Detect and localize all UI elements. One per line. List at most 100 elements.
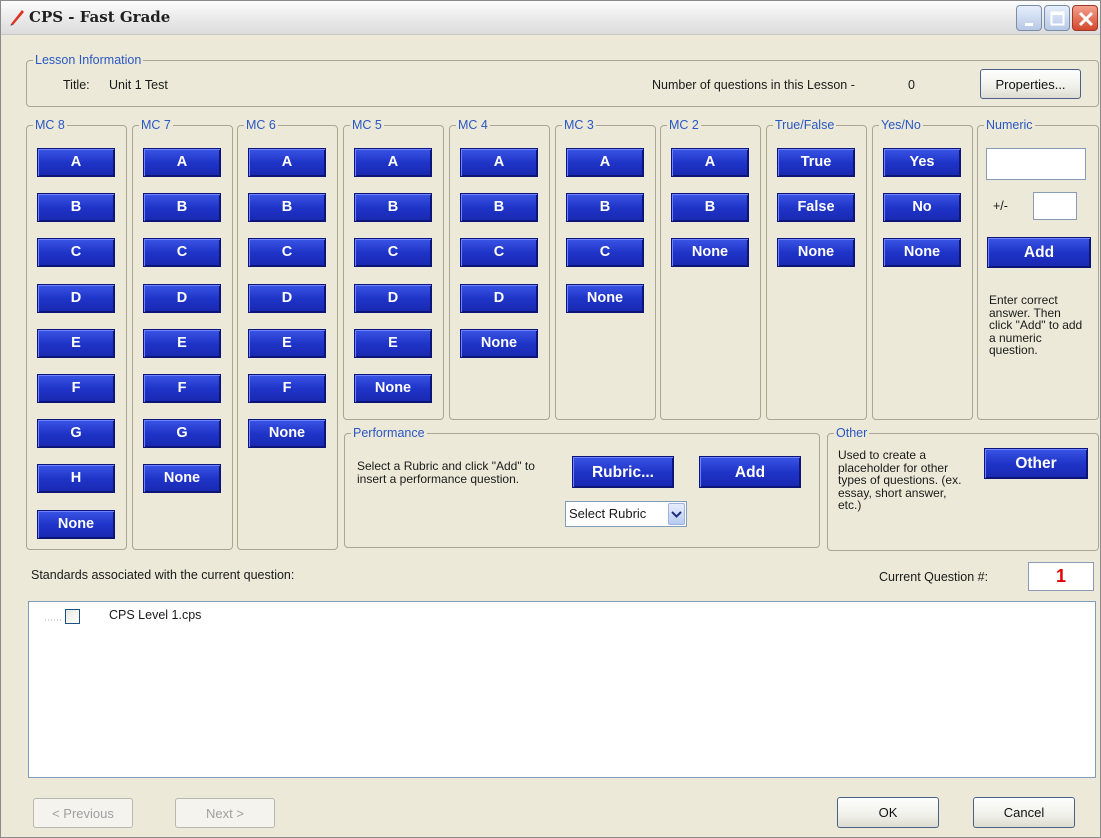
answer-button-none[interactable]: None [354,374,432,403]
answer-button-c[interactable]: C [143,238,221,267]
answer-button-b[interactable]: B [566,193,644,222]
minimize-icon [1025,23,1033,26]
answer-button-a[interactable]: A [566,148,644,177]
answer-button-a[interactable]: A [248,148,326,177]
answer-button-none[interactable]: None [671,238,749,267]
tree-item-label: CPS Level 1.cps [109,608,202,622]
answer-button-none[interactable]: None [883,238,961,267]
answer-button-d[interactable]: D [248,284,326,313]
answer-button-h[interactable]: H [37,464,115,493]
performance-label: Performance [351,425,427,441]
other-help-text: Used to create a placeholder for other t… [838,448,962,512]
answer-button-c[interactable]: C [37,238,115,267]
standard-checkbox[interactable] [65,609,80,624]
answer-column-label: MC 3 [562,117,596,133]
answer-button-e[interactable]: E [354,329,432,358]
minimize-button[interactable] [1016,5,1042,31]
answer-button-d[interactable]: D [354,284,432,313]
question-count-label: Number of questions in this Lesson - [652,78,855,92]
answer-button-c[interactable]: C [354,238,432,267]
fast-grade-window: CPS - Fast Grade Lesson Information Titl… [0,0,1101,838]
answer-button-e[interactable]: E [143,329,221,358]
numeric-add-button[interactable]: Add [987,237,1091,268]
other-button[interactable]: Other [984,448,1088,479]
answer-button-g[interactable]: G [37,419,115,448]
previous-button[interactable]: < Previous [33,798,133,828]
close-button[interactable] [1072,5,1098,31]
title-bar[interactable]: CPS - Fast Grade [1,1,1100,35]
performance-add-button[interactable]: Add [699,456,801,488]
lesson-title-value: Unit 1 Test [109,78,168,92]
answer-button-d[interactable]: D [143,284,221,313]
answer-column-label: MC 5 [350,117,384,133]
answer-button-no[interactable]: No [883,193,961,222]
numeric-help-text: Enter correct answer. Then click "Add" t… [989,293,1083,357]
numeric-label: Numeric [984,117,1035,133]
close-icon [1078,11,1094,27]
performance-help-text: Select a Rubric and click "Add" to inser… [357,459,535,486]
answer-column-label: Yes/No [879,117,923,133]
answer-button-b[interactable]: B [460,193,538,222]
answer-button-none[interactable]: None [37,510,115,539]
answer-button-false[interactable]: False [777,193,855,222]
maximize-icon [1050,11,1065,26]
answer-button-g[interactable]: G [143,419,221,448]
answer-button-d[interactable]: D [460,284,538,313]
pencil-icon [10,10,24,26]
answer-button-none[interactable]: None [566,284,644,313]
answer-button-f[interactable]: F [37,374,115,403]
answer-button-b[interactable]: B [671,193,749,222]
answer-button-b[interactable]: B [143,193,221,222]
answer-button-a[interactable]: A [37,148,115,177]
rubric-button[interactable]: Rubric... [572,456,674,488]
answer-button-none[interactable]: None [248,419,326,448]
properties-button[interactable]: Properties... [980,69,1081,99]
answer-column-label: True/False [773,117,837,133]
other-label: Other [834,425,870,441]
current-question-label: Current Question #: [879,570,989,584]
answer-button-a[interactable]: A [671,148,749,177]
next-button[interactable]: Next > [175,798,275,828]
answer-button-none[interactable]: None [777,238,855,267]
answer-button-f[interactable]: F [248,374,326,403]
answer-button-a[interactable]: A [354,148,432,177]
window-title: CPS - Fast Grade [29,8,171,26]
answer-button-e[interactable]: E [248,329,326,358]
answer-button-none[interactable]: None [143,464,221,493]
lesson-title-label: Title: [63,78,90,92]
chevron-down-icon[interactable] [668,503,685,525]
answer-column-label: MC 4 [456,117,490,133]
answer-button-true[interactable]: True [777,148,855,177]
answer-button-c[interactable]: C [566,238,644,267]
answer-button-f[interactable]: F [143,374,221,403]
answer-column-label: MC 8 [33,117,67,133]
answer-button-none[interactable]: None [460,329,538,358]
answer-button-a[interactable]: A [143,148,221,177]
answer-button-c[interactable]: C [248,238,326,267]
lesson-information-label: Lesson Information [33,52,144,68]
answer-column-label: MC 2 [667,117,701,133]
answer-button-e[interactable]: E [37,329,115,358]
cancel-button[interactable]: Cancel [973,797,1075,828]
numeric-answer-input[interactable] [986,148,1086,180]
standards-tree[interactable]: CPS Level 1.cps [28,601,1096,778]
tolerance-label: +/- [993,199,1008,213]
answer-button-b[interactable]: B [37,193,115,222]
ok-button[interactable]: OK [837,797,939,828]
answer-button-b[interactable]: B [354,193,432,222]
answer-button-a[interactable]: A [460,148,538,177]
tree-connector [45,619,63,621]
standards-label: Standards associated with the current qu… [31,568,295,582]
rubric-select-value: Select Rubric [569,506,647,521]
maximize-button[interactable] [1044,5,1070,31]
question-count-value: 0 [908,78,915,92]
answer-button-yes[interactable]: Yes [883,148,961,177]
answer-button-d[interactable]: D [37,284,115,313]
current-question-number: 1 [1028,562,1094,591]
rubric-select[interactable]: Select Rubric [565,501,687,527]
performance-group: Performance [344,425,820,548]
answer-button-c[interactable]: C [460,238,538,267]
tolerance-input[interactable] [1033,192,1077,220]
answer-column-label: MC 7 [139,117,173,133]
answer-button-b[interactable]: B [248,193,326,222]
